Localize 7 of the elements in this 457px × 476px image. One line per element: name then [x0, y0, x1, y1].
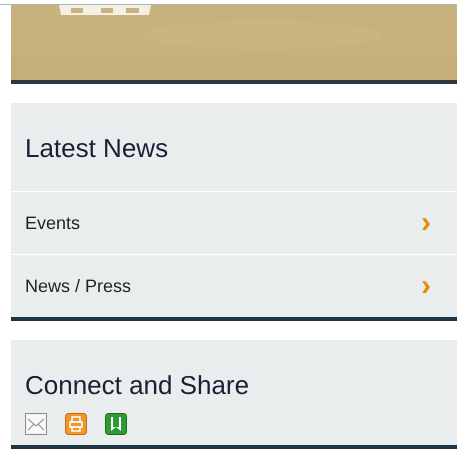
news-link[interactable]: News / Press ›: [11, 254, 457, 317]
print-icon[interactable]: [65, 413, 87, 435]
bookmark-icon[interactable]: [105, 413, 127, 435]
news-link[interactable]: Events ›: [11, 191, 457, 254]
section-heading: Connect and Share: [24, 369, 250, 398]
section-heading: Latest News: [24, 132, 168, 161]
email-icon[interactable]: [25, 413, 47, 435]
